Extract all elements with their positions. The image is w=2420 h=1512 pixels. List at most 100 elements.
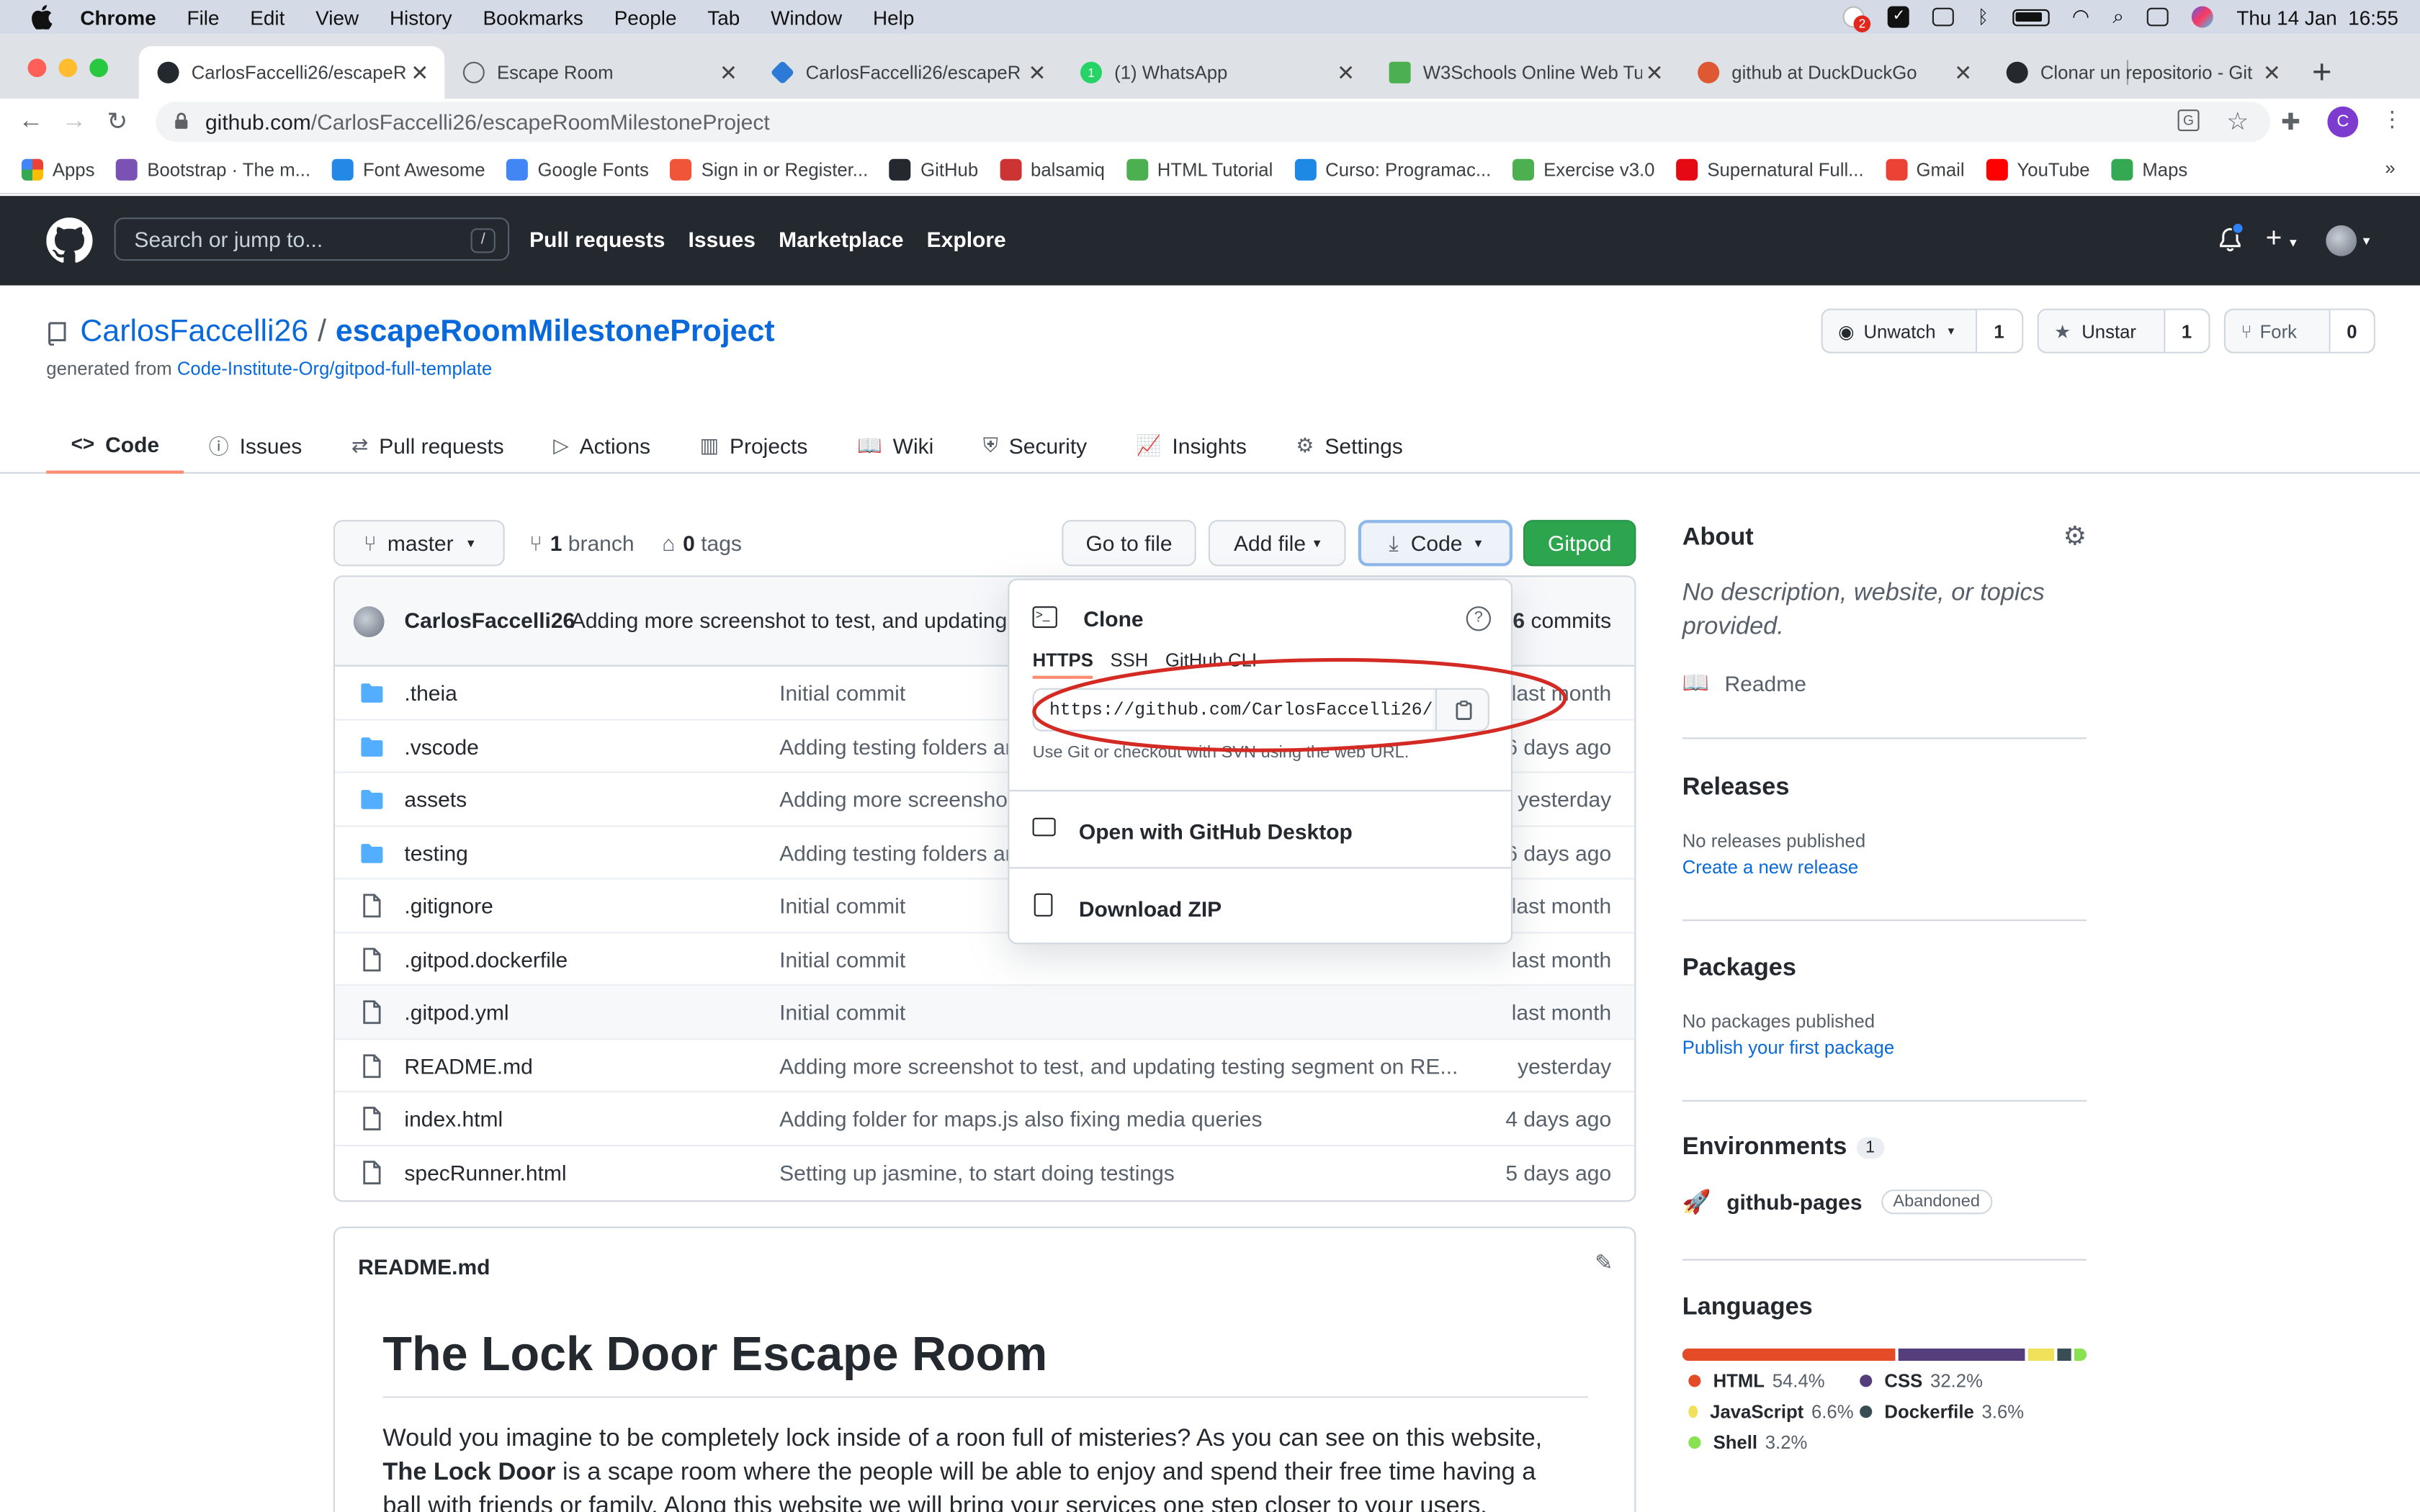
language-bar-segment[interactable] [1899, 1348, 2025, 1361]
commit-message[interactable]: Adding more screenshot to test, and upda… [571, 608, 1019, 632]
zoom-window-button[interactable] [89, 58, 108, 78]
file-name[interactable]: assets [404, 787, 467, 811]
download-zip-item[interactable]: Download ZIP [1009, 867, 1511, 944]
extensions-icon[interactable]: ✚ [2281, 108, 2300, 135]
branch-select-button[interactable]: ⑂ master ▾ [333, 520, 505, 567]
siri-icon[interactable] [2192, 6, 2214, 28]
tab-clonar-repositorio[interactable]: Clonar un repositorio - Git ✕ [1988, 46, 2297, 99]
nav-pull-requests[interactable]: Pull requests [529, 227, 665, 251]
fork-button[interactable]: ⑂ Fork [2226, 320, 2329, 342]
more-bookmarks-icon[interactable]: » [2385, 158, 2395, 179]
tab-settings[interactable]: ⚙ Settings [1271, 417, 1428, 474]
add-file-button[interactable]: Add file ▾ [1208, 520, 1346, 567]
file-commit-message[interactable]: Initial commit [779, 1000, 1458, 1025]
close-tab-icon[interactable]: ✕ [408, 60, 432, 86]
environment-item[interactable]: 🚀 github-pages Abandoned [1682, 1188, 2087, 1216]
minimize-window-button[interactable] [58, 58, 78, 78]
bookmark-item[interactable]: Curso: Programac... [1294, 158, 1491, 180]
menu-tab[interactable]: Tab [707, 6, 740, 29]
bookmark-item[interactable]: HTML Tutorial [1126, 158, 1273, 180]
commit-count[interactable]: 6 commits [1512, 608, 1611, 632]
file-name[interactable]: .theia [404, 680, 457, 705]
create-release-link[interactable]: Create a new release [1682, 856, 2087, 878]
bookmark-star-icon[interactable]: ☆ [2226, 107, 2249, 138]
tab-insights[interactable]: 📈 Insights [1111, 417, 1271, 474]
checkbox-app-icon[interactable]: ✓ [1888, 6, 1910, 28]
about-settings-gear-icon[interactable]: ⚙ [2063, 521, 2087, 552]
file-name[interactable]: testing [404, 840, 467, 865]
chrome-menu-icon[interactable]: ⋮ [2381, 107, 2403, 132]
tab-projects[interactable]: ▥ Projects [675, 417, 832, 474]
language-bar-segment[interactable] [2074, 1348, 2087, 1361]
file-row[interactable]: README.md Adding more screenshot to test,… [335, 1039, 1635, 1093]
file-commit-message[interactable]: Initial commit [779, 947, 1458, 971]
language-bar-segment[interactable] [2027, 1348, 2054, 1361]
close-tab-icon[interactable]: ✕ [2259, 60, 2284, 86]
lock-icon[interactable] [174, 109, 189, 134]
nav-marketplace[interactable]: Marketplace [779, 227, 903, 251]
file-row[interactable]: index.html Adding folder for maps.js also… [335, 1092, 1635, 1146]
readme-link[interactable]: 📖 Readme [1682, 670, 2087, 696]
tab-duckduckgo[interactable]: github at DuckDuckGo ✕ [1679, 46, 1988, 99]
file-name[interactable]: .gitignore [404, 894, 493, 918]
file-name[interactable]: .gitpod.yml [404, 1000, 508, 1025]
file-commit-message[interactable]: Adding folder for maps.js also fixing me… [779, 1106, 1458, 1130]
tab-wiki[interactable]: 📖 Wiki [833, 417, 959, 474]
tab-code[interactable]: <> Code [46, 417, 184, 474]
commit-author[interactable]: CarlosFaccelli26 [404, 608, 575, 632]
bookmark-item[interactable]: Exercise v3.0 [1512, 158, 1654, 180]
notification-app-icon[interactable]: 2 [1843, 6, 1870, 32]
help-question-icon[interactable]: ? [1466, 606, 1491, 631]
close-tab-icon[interactable]: ✕ [1333, 60, 1358, 86]
bluetooth-icon[interactable]: ᛒ [1978, 6, 1989, 28]
packages-title[interactable]: Packages [1682, 955, 2087, 983]
branches-link[interactable]: ⑂ 1 branch [529, 531, 635, 555]
tab-github-repo-2[interactable]: CarlosFaccelli26/escapeR ✕ [753, 46, 1062, 99]
template-repo-link[interactable]: Code-Institute-Org/gitpod-full-template [177, 358, 492, 379]
apple-icon[interactable] [31, 4, 59, 30]
close-window-button[interactable] [27, 58, 47, 78]
language-bar-segment[interactable] [1682, 1348, 1896, 1361]
fork-count[interactable]: 0 [2329, 310, 2374, 352]
menu-people[interactable]: People [614, 6, 677, 29]
bookmark-item[interactable]: Gmail [1885, 158, 1965, 180]
bookmark-item[interactable]: YouTube [1986, 158, 2090, 180]
close-tab-icon[interactable]: ✕ [716, 60, 740, 86]
file-row[interactable]: specRunner.html Setting up jasmine, to st… [335, 1146, 1634, 1199]
commit-author-avatar[interactable] [353, 606, 385, 637]
github-logo-icon[interactable] [46, 217, 93, 271]
star-count[interactable]: 1 [2163, 310, 2209, 352]
bookmark-item[interactable]: Maps [2111, 158, 2187, 180]
environments-title[interactable]: Environments 1 [1682, 1134, 2087, 1162]
open-desktop-item[interactable]: Open with GitHub Desktop [1009, 790, 1511, 867]
tab-issues[interactable]: ⓘ Issues [184, 417, 326, 474]
language-item[interactable]: JavaScript 6.6% [1682, 1401, 1854, 1423]
notifications-bell-icon[interactable] [2218, 222, 2244, 259]
bookmark-item[interactable]: balsamiq [1000, 158, 1105, 180]
language-item[interactable]: HTML 54.4% [1682, 1370, 1854, 1392]
translate-icon[interactable]: G [2177, 109, 2200, 132]
forward-arrow-icon[interactable]: → [53, 108, 96, 136]
tab-escape-room[interactable]: Escape Room ✕ [444, 46, 2128, 99]
address-bar[interactable]: github.com /CarlosFaccelli26/escapeRoomM… [156, 102, 2271, 143]
tab-security[interactable]: ⛨ Security [959, 417, 1112, 474]
close-tab-icon[interactable]: ✕ [1025, 60, 1049, 86]
file-name[interactable]: specRunner.html [404, 1159, 566, 1184]
go-to-file-button[interactable]: Go to file [1062, 520, 1196, 567]
repo-owner-link[interactable]: CarlosFaccelli26 [80, 315, 308, 350]
nav-issues[interactable]: Issues [689, 227, 756, 251]
tab-github-repo[interactable]: CarlosFaccelli26/escapeR ✕ [138, 46, 445, 99]
repo-name-link[interactable]: escapeRoomMilestoneProject [336, 315, 775, 350]
gitpod-button[interactable]: Gitpod [1523, 520, 1636, 567]
github-search-input[interactable]: Search or jump to... / [114, 217, 510, 261]
tags-link[interactable]: ⌂ 0 tags [662, 531, 742, 555]
bookmark-item[interactable]: Google Fonts [506, 158, 649, 180]
menu-history[interactable]: History [390, 6, 452, 29]
tab-actions[interactable]: ▷ Actions [529, 417, 675, 474]
tab-whatsapp[interactable]: 1 (1) WhatsApp ✕ [1062, 46, 1371, 99]
close-tab-icon[interactable]: ✕ [1642, 60, 1667, 86]
file-name[interactable]: .gitpod.dockerfile [404, 947, 568, 971]
menu-view[interactable]: View [315, 6, 359, 29]
bookmark-item[interactable]: Apps [22, 158, 94, 180]
unstar-button[interactable]: ★ Unstar [2039, 320, 2164, 342]
